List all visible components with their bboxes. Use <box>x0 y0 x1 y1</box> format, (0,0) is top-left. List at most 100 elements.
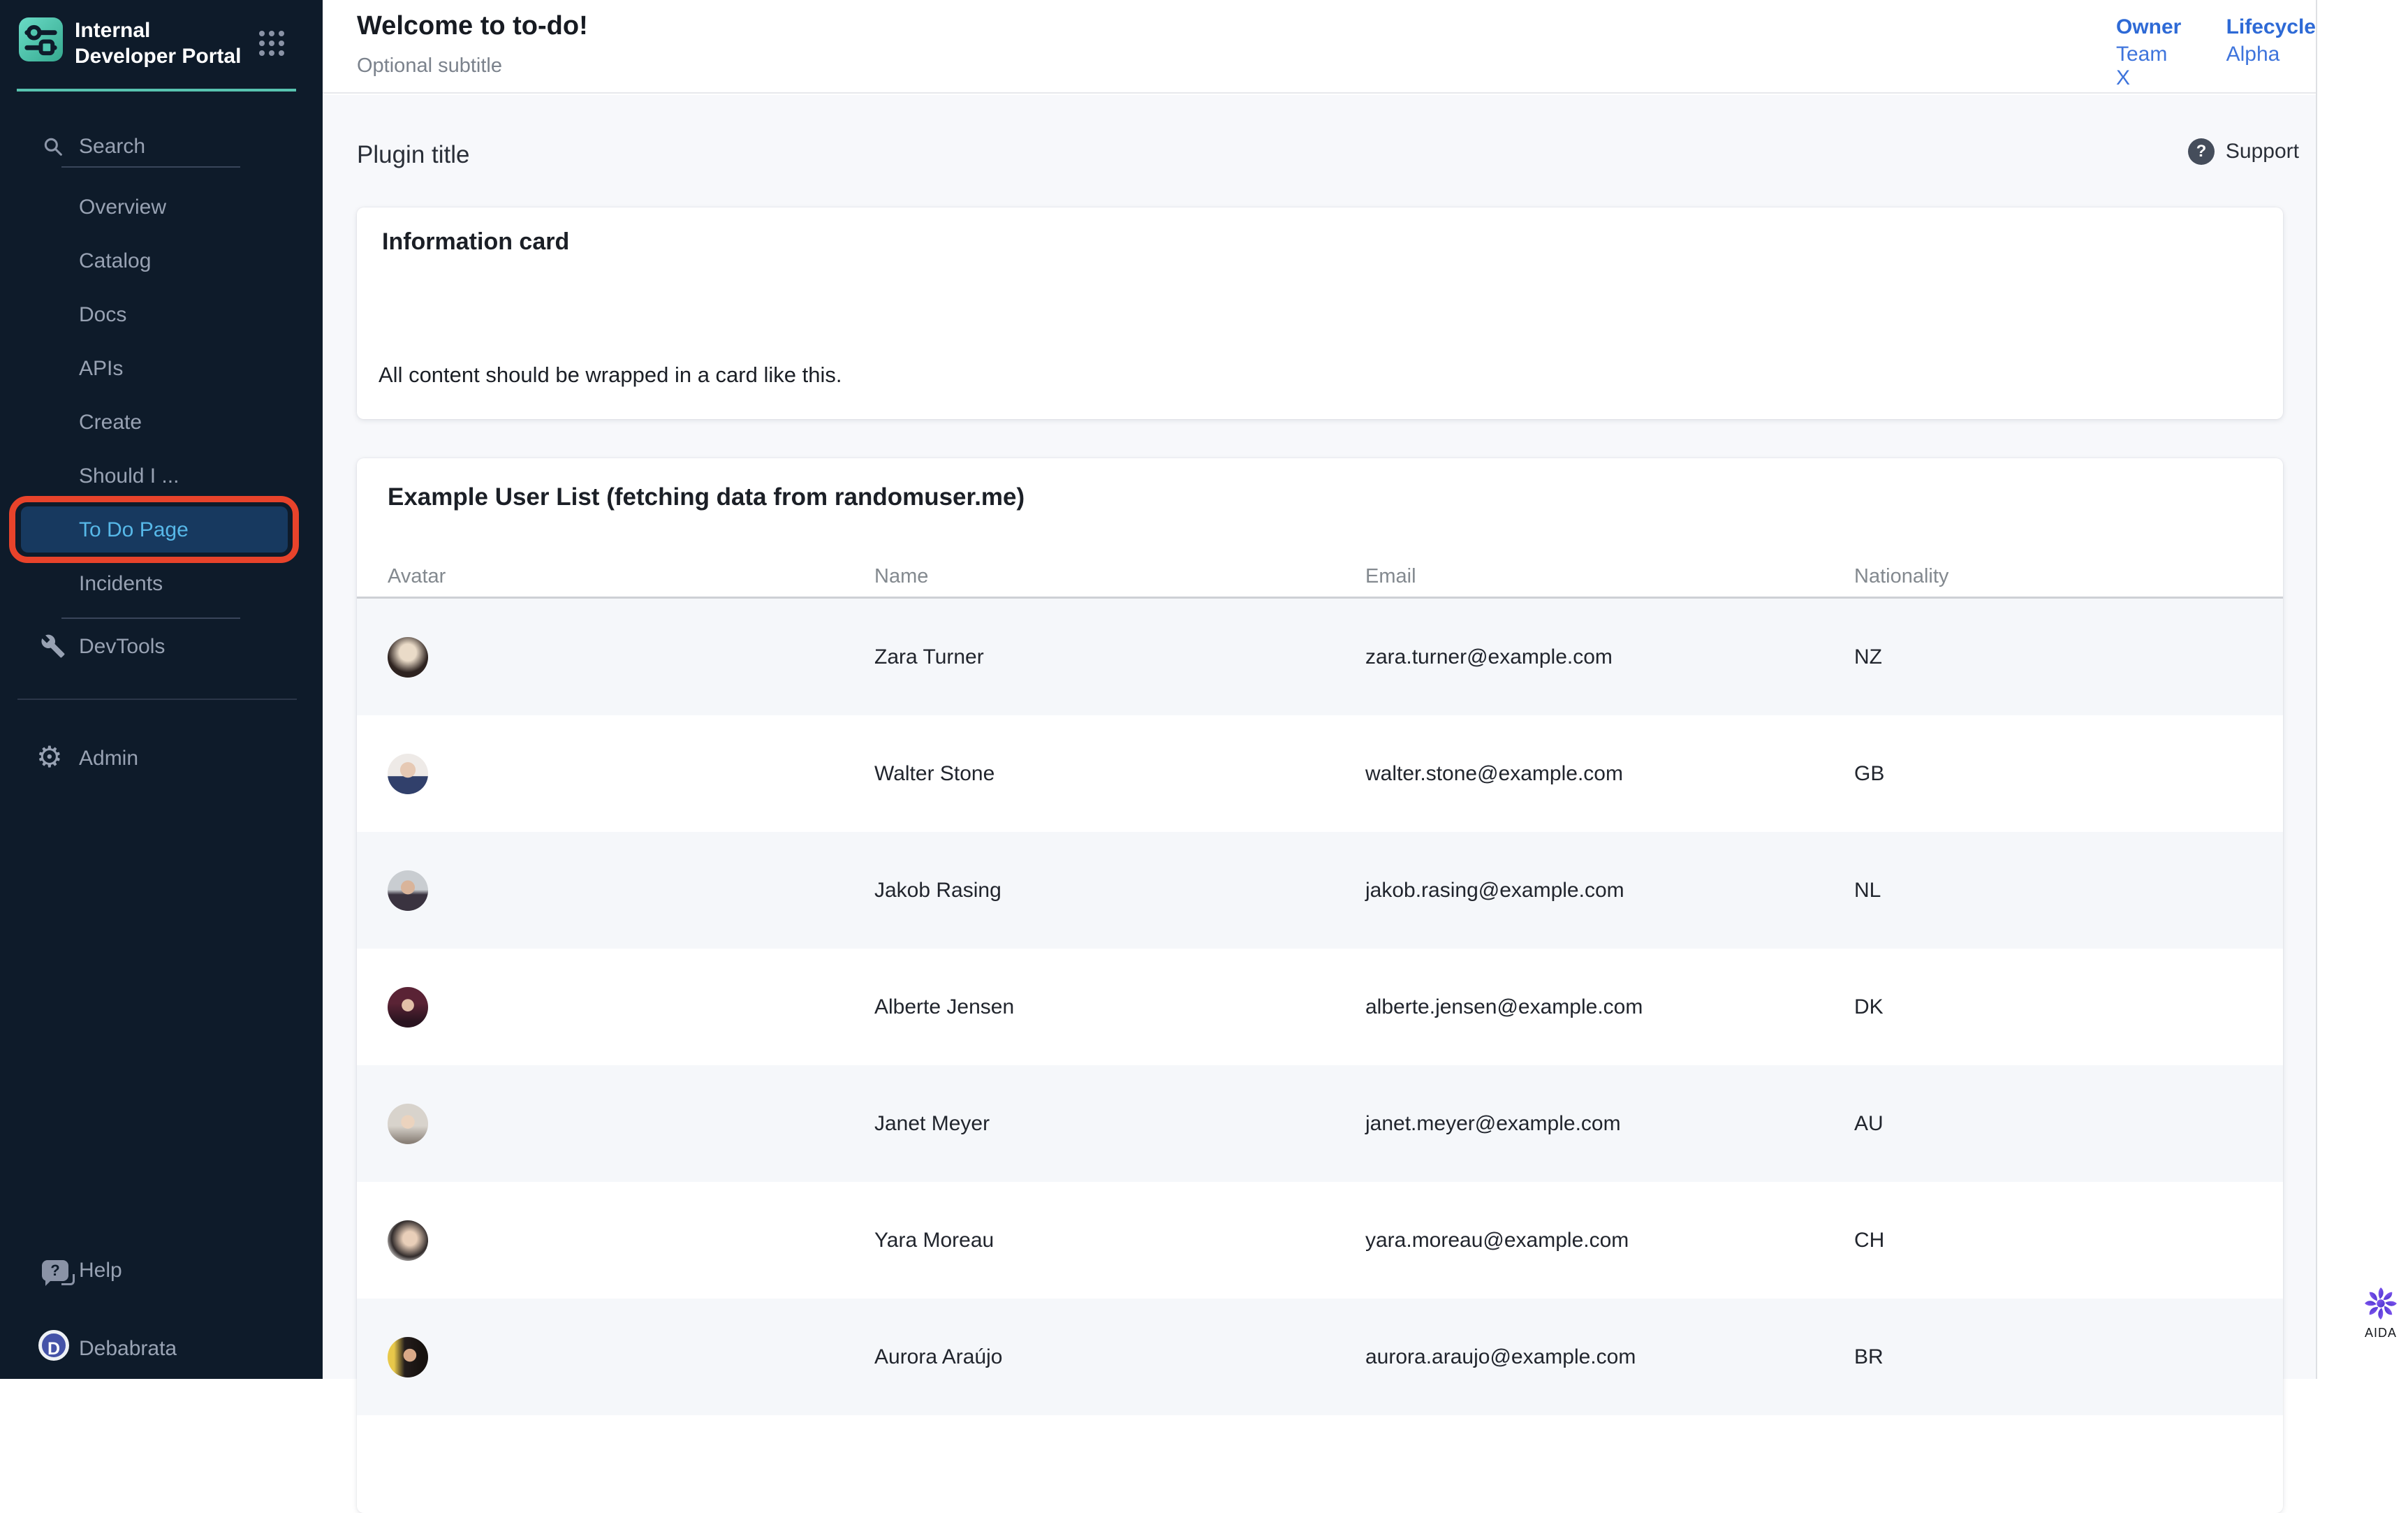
table-row: Walter Stonewalter.stone@example.comGB <box>357 715 2283 832</box>
avatar-cell <box>357 1104 844 1144</box>
user-photo-avatar <box>388 754 428 794</box>
user-photo-avatar <box>388 1337 428 1377</box>
aida-label: AIDA <box>2354 1326 2408 1340</box>
search-input[interactable]: Search <box>79 135 145 159</box>
sidebar: Internal Developer Portal Search Overvie… <box>0 0 323 1379</box>
sidebar-item-to-do-page[interactable]: To Do Page <box>0 503 323 557</box>
user-name: Janet Meyer <box>844 1112 1335 1136</box>
app-title: Internal Developer Portal <box>75 17 249 69</box>
help-chat-icon: ? <box>42 1260 68 1281</box>
sidebar-item-label: Catalog <box>79 234 151 288</box>
user-photo-avatar <box>388 1220 428 1261</box>
sidebar-divider <box>17 699 297 700</box>
user-nationality: NZ <box>1823 645 2283 669</box>
user-nationality: CH <box>1823 1229 2283 1252</box>
sidebar-item-label: Create <box>79 395 142 449</box>
user-name: Debabrata <box>79 1327 177 1371</box>
user-email: walter.stone@example.com <box>1335 762 1823 786</box>
sidebar-item-should-i[interactable]: Should I ... <box>0 449 323 503</box>
sidebar-item-label: Should I ... <box>79 449 179 503</box>
app-logo-icon[interactable] <box>19 17 63 61</box>
user-name: Jakob Rasing <box>844 879 1335 902</box>
search-icon <box>42 136 64 158</box>
wrench-icon <box>41 634 66 659</box>
sidebar-item-overview[interactable]: Overview <box>0 180 323 234</box>
sidebar-item-label: To Do Page <box>79 503 189 557</box>
user-nationality: BR <box>1823 1345 2283 1369</box>
sidebar-item-incidents[interactable]: Incidents <box>0 557 323 611</box>
sidebar-item-docs[interactable]: Docs <box>0 288 323 342</box>
main-content: Plugin title ? Support Information card … <box>323 95 2316 1379</box>
column-header-avatar: Avatar <box>357 565 844 588</box>
page-title: Welcome to to-do! <box>357 11 588 41</box>
user-photo-avatar <box>388 637 428 678</box>
sidebar-nav: OverviewCatalogDocsAPIsCreateShould I ..… <box>0 180 323 611</box>
aida-flower-icon <box>2363 1286 2398 1321</box>
owner-value-link[interactable]: Team X <box>2116 43 2186 90</box>
lifecycle-meta: Lifecycle Alpha <box>2226 15 2316 90</box>
table-row: Zara Turnerzara.turner@example.comNZ <box>357 599 2283 715</box>
avatar-cell <box>357 637 844 678</box>
page-subtitle: Optional subtitle <box>357 54 502 78</box>
user-email: jakob.rasing@example.com <box>1335 879 1823 902</box>
sidebar-item-catalog[interactable]: Catalog <box>0 234 323 288</box>
sidebar-item-label: Admin <box>79 739 138 778</box>
user-photo-avatar <box>388 870 428 911</box>
support-button[interactable]: ? Support <box>2188 138 2299 165</box>
sidebar-item-help[interactable]: ? Help <box>0 1255 323 1294</box>
column-header-nationality: Nationality <box>1823 565 2283 588</box>
apps-grid-icon[interactable] <box>259 31 284 56</box>
sidebar-item-label: DevTools <box>79 627 165 666</box>
question-circle-icon: ? <box>2188 138 2215 165</box>
information-card-body: All content should be wrapped in a card … <box>379 363 842 388</box>
user-photo-avatar <box>388 987 428 1028</box>
table-row: Janet Meyerjanet.meyer@example.comAU <box>357 1065 2283 1182</box>
support-label: Support <box>2226 140 2299 163</box>
header-meta: Owner Team X Lifecycle Alpha <box>2116 15 2316 90</box>
sidebar-item-devtools[interactable]: DevTools <box>0 627 323 666</box>
sidebar-item-label: APIs <box>79 342 123 395</box>
lifecycle-label[interactable]: Lifecycle <box>2226 15 2316 39</box>
user-name: Yara Moreau <box>844 1229 1335 1252</box>
column-header-name: Name <box>844 565 1335 588</box>
user-nationality: DK <box>1823 995 2283 1019</box>
page-header: Welcome to to-do! Optional subtitle Owne… <box>323 0 2316 94</box>
sidebar-user[interactable]: D Debabrata <box>0 1327 323 1372</box>
table-row: Jakob Rasingjakob.rasing@example.comNL <box>357 832 2283 949</box>
table-body: Zara Turnerzara.turner@example.comNZWalt… <box>357 599 2283 1415</box>
avatar-cell <box>357 987 844 1028</box>
aida-assistant-widget[interactable]: AIDA <box>2354 1286 2408 1340</box>
user-list-card: Example User List (fetching data from ra… <box>357 458 2283 1513</box>
plugin-title: Plugin title <box>357 141 469 169</box>
sidebar-item-label: Help <box>79 1255 122 1287</box>
owner-label[interactable]: Owner <box>2116 15 2186 39</box>
column-header-email: Email <box>1335 565 1823 588</box>
avatar-cell <box>357 1337 844 1377</box>
user-name: Alberte Jensen <box>844 995 1335 1019</box>
sidebar-item-label: Incidents <box>79 557 163 611</box>
search-underline <box>61 166 240 168</box>
owner-meta: Owner Team X <box>2116 15 2186 90</box>
user-nationality: GB <box>1823 762 2283 786</box>
sidebar-item-apis[interactable]: APIs <box>0 342 323 395</box>
sidebar-accent-divider <box>17 89 296 92</box>
table-row: Yara Moreauyara.moreau@example.comCH <box>357 1182 2283 1299</box>
avatar-cell <box>357 870 844 911</box>
information-card: Information card All content should be w… <box>357 207 2283 419</box>
user-email: aurora.araujo@example.com <box>1335 1345 1823 1369</box>
user-nationality: AU <box>1823 1112 2283 1136</box>
user-name: Zara Turner <box>844 645 1335 669</box>
user-name: Aurora Araújo <box>844 1345 1335 1369</box>
sidebar-item-create[interactable]: Create <box>0 395 323 449</box>
user-email: zara.turner@example.com <box>1335 645 1823 669</box>
content-right-border <box>2316 0 2317 1379</box>
sidebar-search[interactable]: Search <box>0 130 323 165</box>
user-email: alberte.jensen@example.com <box>1335 995 1823 1019</box>
user-name: Walter Stone <box>844 762 1335 786</box>
user-email: yara.moreau@example.com <box>1335 1229 1823 1252</box>
sidebar-item-label: Docs <box>79 288 126 342</box>
sidebar-item-admin[interactable]: ⚙ Admin <box>0 739 323 778</box>
sidebar-item-label: Overview <box>79 180 166 234</box>
sidebar-divider <box>61 617 240 619</box>
lifecycle-value-link[interactable]: Alpha <box>2226 43 2316 66</box>
